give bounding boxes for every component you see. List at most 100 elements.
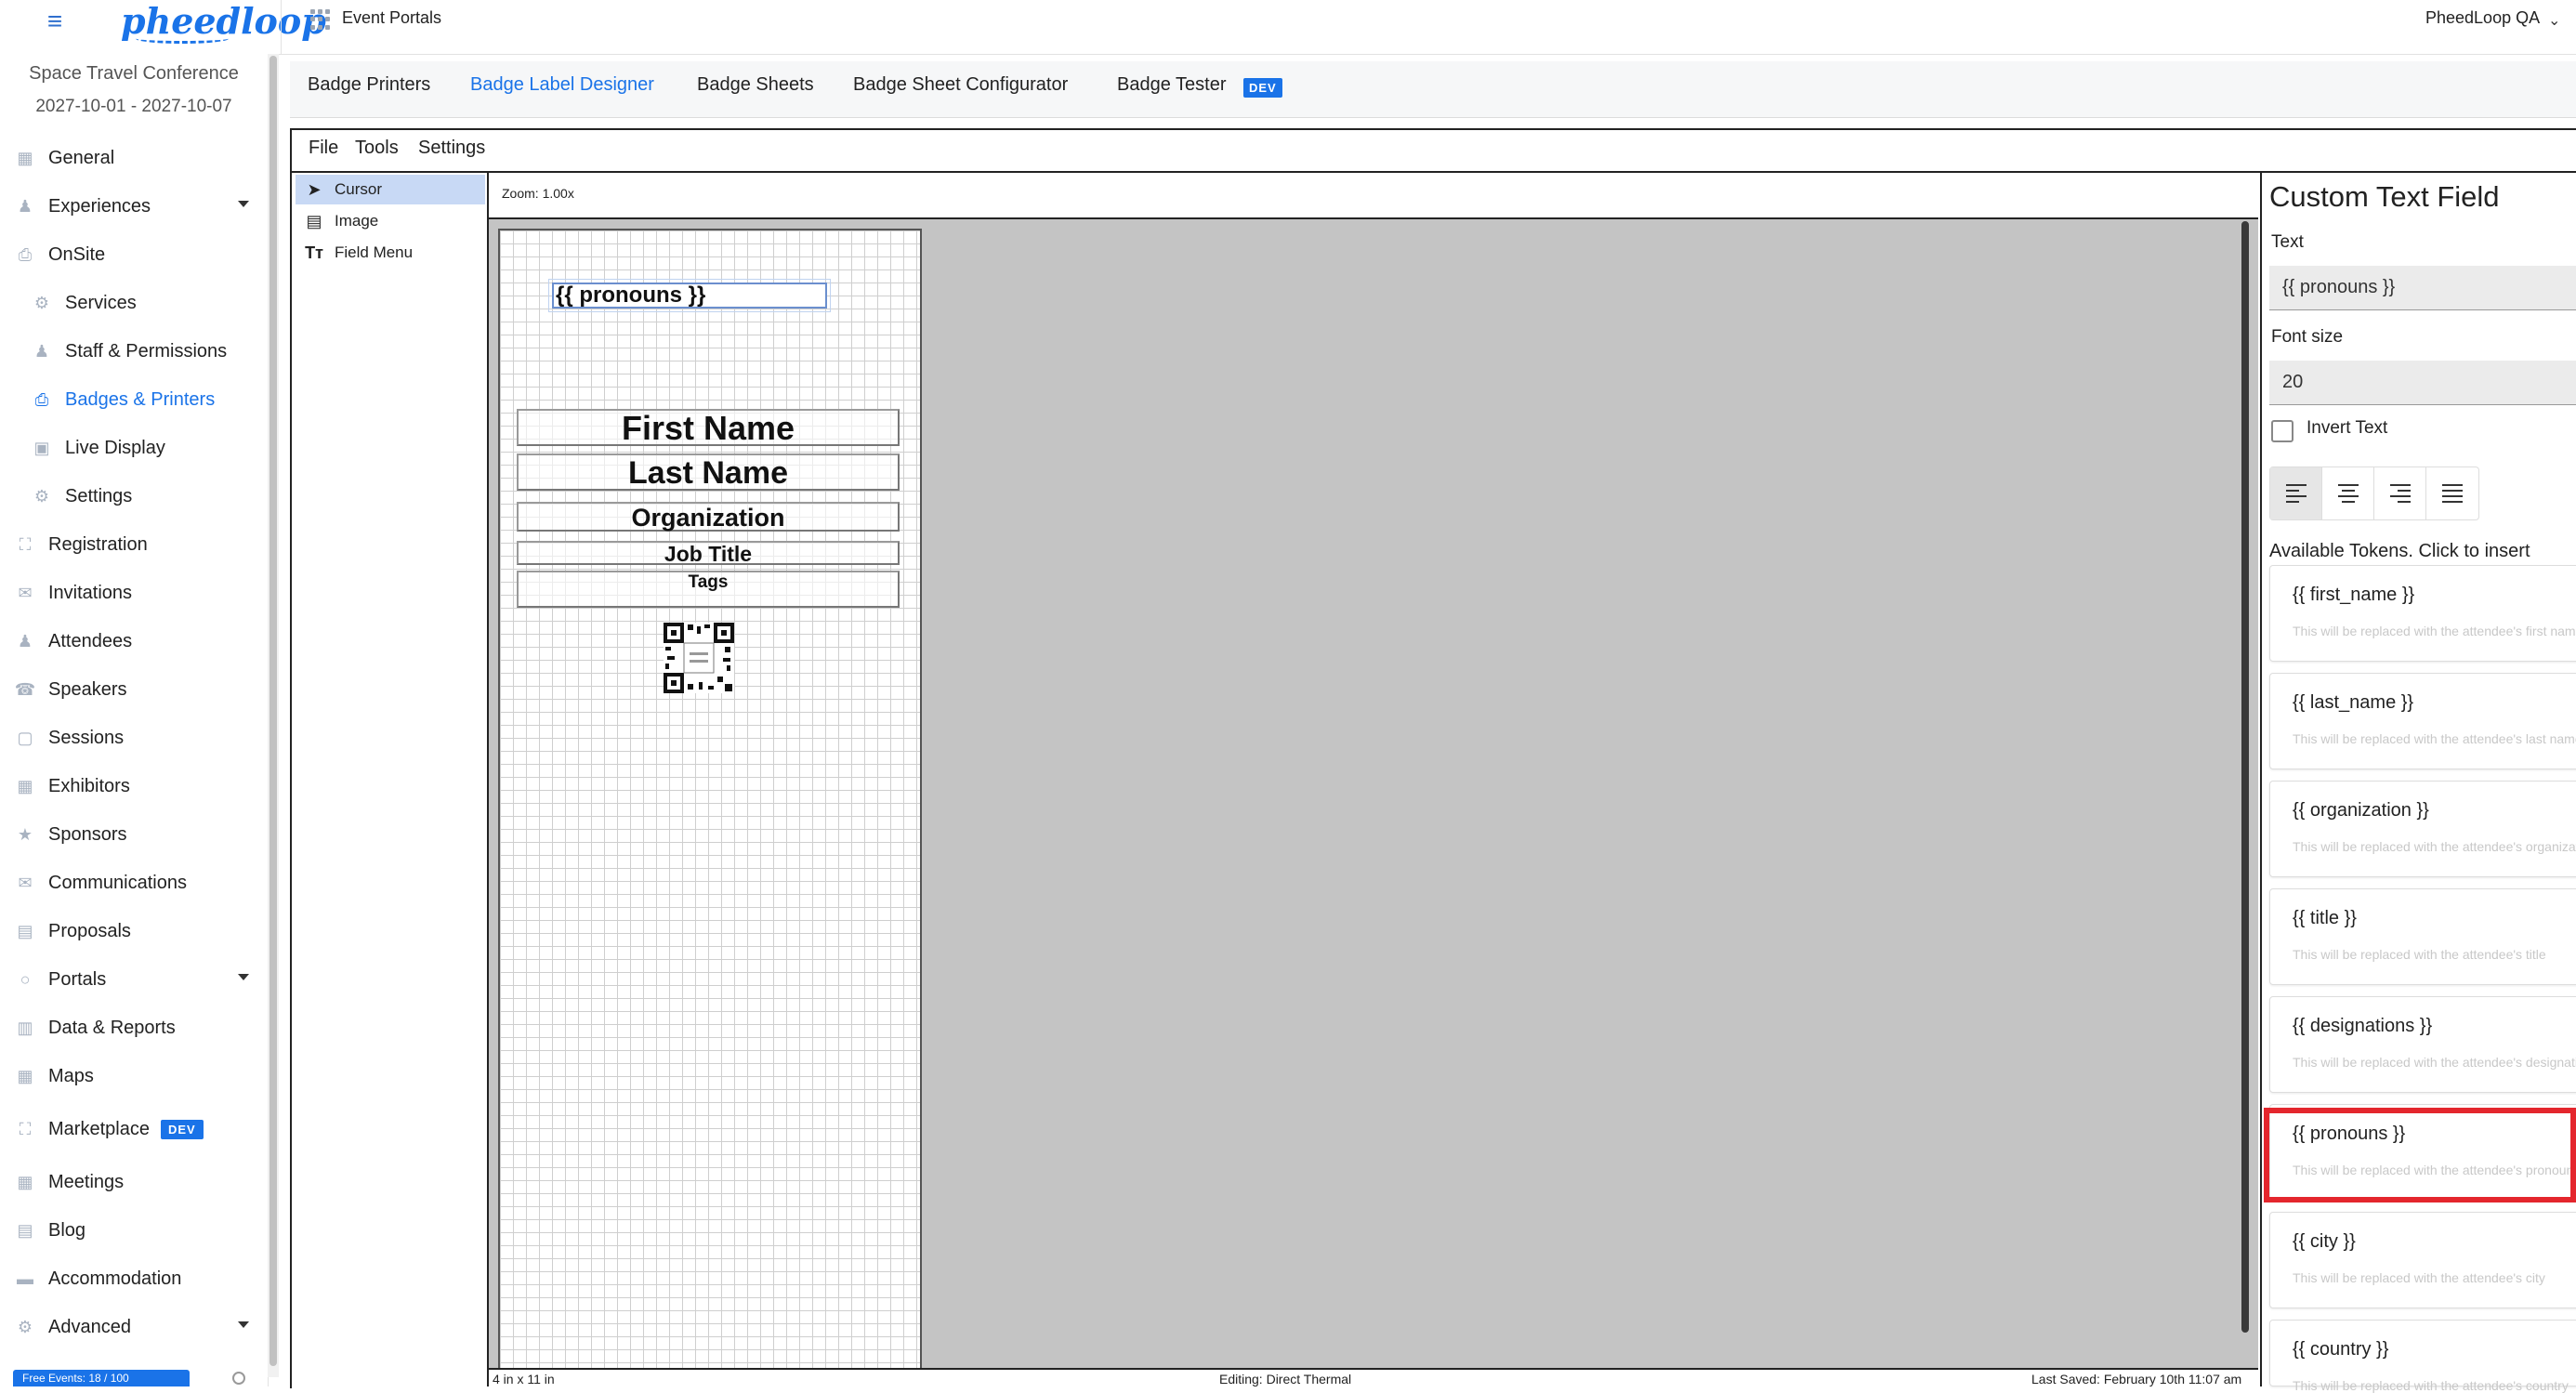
sidebar-item-experiences[interactable]: ♟ Experiences: [15, 188, 249, 225]
document-icon: ▤: [17, 921, 33, 940]
token-title[interactable]: {{ title }} This will be replaced with th…: [2269, 888, 2576, 985]
speaker-icon: ☎: [14, 679, 36, 699]
sidebar-item-invitations[interactable]: ✉ Invitations: [15, 574, 258, 611]
sidebar-item-staff-permissions[interactable]: ♟ Staff & Permissions: [32, 333, 258, 370]
monitor-icon: ▣: [33, 438, 50, 457]
envelope-icon: ✉: [18, 873, 33, 892]
token-name: {{ designations }}: [2293, 1016, 2433, 1036]
free-events-bar[interactable]: Free Events: 18 / 100: [13, 1370, 190, 1386]
align-right-button[interactable]: [2374, 467, 2426, 519]
tab-badge-sheets[interactable]: Badge Sheets: [697, 74, 814, 96]
sidebar-item-portals[interactable]: ○ Portals: [15, 961, 249, 998]
caret-down-icon[interactable]: [238, 201, 249, 207]
sidebar-item-label: Sponsors: [48, 823, 127, 845]
sidebar-item-speakers[interactable]: ☎ Speakers: [15, 671, 258, 708]
align-left-button[interactable]: [2270, 467, 2322, 519]
sidebar-item-label: Advanced: [48, 1316, 131, 1337]
font-size-input[interactable]: [2269, 361, 2576, 405]
hamburger-menu-icon[interactable]: ≡: [41, 7, 69, 35]
sidebar-item-settings[interactable]: ⚙ Settings: [32, 478, 258, 515]
text-input[interactable]: [2269, 266, 2576, 310]
sidebar-item-registration[interactable]: ⛶ Registration: [15, 526, 258, 563]
properties-panel: [2260, 173, 2576, 1386]
sidebar-item-accommodation[interactable]: ▬ Accommodation: [15, 1260, 258, 1297]
sidebar-item-marketplace[interactable]: ⛶ Marketplace DEV: [15, 1110, 258, 1148]
canvas-scrollbar[interactable]: [2241, 221, 2249, 1333]
badge-field-organization[interactable]: Organization: [517, 502, 900, 532]
sidebar-item-sessions[interactable]: ▢ Sessions: [15, 719, 258, 756]
person-icon: ♟: [17, 196, 33, 216]
dev-badge: DEV: [1243, 78, 1282, 98]
sidebar-item-general[interactable]: ▦ General: [15, 139, 258, 177]
sidebar-item-live-display[interactable]: ▣ Live Display: [32, 429, 258, 467]
sidebar-item-advanced[interactable]: ⚙ Advanced: [15, 1308, 249, 1346]
badge-field-first-name[interactable]: First Name: [517, 409, 900, 446]
badge-size: 4 in x 11 in: [493, 1372, 555, 1386]
badge-field-tags[interactable]: Tags: [517, 571, 900, 608]
sidebar-item-data-reports[interactable]: ▥ Data & Reports: [15, 1009, 258, 1046]
sidebar-item-maps[interactable]: ▦ Maps: [15, 1058, 258, 1095]
sidebar-item-sponsors[interactable]: ★ Sponsors: [15, 816, 258, 853]
token-designations[interactable]: {{ designations }} This will be replaced …: [2269, 996, 2576, 1093]
invert-text-checkbox[interactable]: [2271, 420, 2293, 442]
qr-code-icon[interactable]: [664, 623, 734, 693]
menu-file[interactable]: File: [309, 138, 338, 159]
tab-badge-tester[interactable]: Badge Tester: [1117, 74, 1227, 96]
logo-swoosh: [136, 33, 229, 44]
menu-settings[interactable]: Settings: [418, 138, 485, 159]
token-city[interactable]: {{ city }} This will be replaced with the…: [2269, 1212, 2576, 1308]
menu-tools[interactable]: Tools: [355, 138, 399, 159]
account-menu[interactable]: PheedLoop QA: [2425, 8, 2540, 28]
badge-field-last-name[interactable]: Last Name: [517, 453, 900, 491]
tab-badge-label-designer[interactable]: Badge Label Designer: [470, 74, 654, 96]
sidebar-item-proposals[interactable]: ▤ Proposals: [15, 913, 258, 950]
sidebar-item-label: Maps: [48, 1065, 94, 1086]
tool-image[interactable]: ▤ Image: [296, 206, 485, 236]
sidebar-item-label: Attendees: [48, 630, 133, 651]
sidebar-item-blog[interactable]: ▤ Blog: [15, 1212, 258, 1249]
tool-label: Image: [335, 212, 379, 230]
tool-field-menu[interactable]: Tт Field Menu: [296, 238, 485, 268]
panel-title: Custom Text Field: [2269, 180, 2500, 213]
caret-down-icon[interactable]: [238, 974, 249, 980]
help-icon[interactable]: [232, 1372, 245, 1385]
tab-badge-sheet-configurator[interactable]: Badge Sheet Configurator: [853, 74, 1068, 96]
badge-canvas[interactable]: [498, 229, 922, 1370]
token-name: {{ first_name }}: [2293, 585, 2415, 605]
sidebar-item-communications[interactable]: ✉ Communications: [15, 864, 258, 901]
token-description: This will be replaced with the attendee'…: [2293, 1055, 2576, 1070]
last-saved: Last Saved: February 10th 11:07 am: [2031, 1372, 2242, 1386]
token-country[interactable]: {{ country }} This will be replaced with …: [2269, 1320, 2576, 1393]
token-last-name[interactable]: {{ last_name }} This will be replaced wit…: [2269, 673, 2576, 769]
envelope-icon: ✉: [18, 583, 33, 602]
bed-icon: ▬: [17, 1268, 33, 1288]
sidebar-item-label: Settings: [65, 485, 133, 506]
badge-field-pronouns[interactable]: {{ pronouns }}: [548, 279, 831, 312]
align-center-button[interactable]: [2322, 467, 2374, 519]
caret-down-icon[interactable]: [238, 1321, 249, 1328]
apps-grid-icon[interactable]: [310, 9, 331, 30]
token-organization[interactable]: {{ organization }} This will be replaced …: [2269, 781, 2576, 877]
token-pronouns[interactable]: {{ pronouns }} This will be replaced with…: [2269, 1104, 2576, 1201]
sidebar-item-attendees[interactable]: ♟ Attendees: [15, 623, 258, 660]
tool-label: Cursor: [335, 180, 383, 198]
token-first-name[interactable]: {{ first_name }} This will be replaced wi…: [2269, 565, 2576, 662]
cursor-icon: ➤: [307, 179, 322, 199]
tool-cursor[interactable]: ➤ Cursor: [296, 175, 485, 204]
chevron-down-icon[interactable]: ⌄: [2548, 11, 2560, 30]
sidebar-item-exhibitors[interactable]: ▦ Exhibitors: [15, 768, 258, 805]
sidebar-item-onsite[interactable]: ⎙ OnSite: [15, 236, 258, 273]
token-description: This will be replaced with the attendee'…: [2293, 947, 2546, 962]
people-icon: ♟: [17, 631, 33, 651]
event-portals-link[interactable]: Event Portals: [342, 8, 441, 28]
sidebar-item-meetings[interactable]: ▦ Meetings: [15, 1163, 258, 1201]
badge-field-job-title[interactable]: Job Title: [517, 541, 900, 565]
sidebar-item-label: Sessions: [48, 727, 125, 748]
tab-badge-printers[interactable]: Badge Printers: [308, 74, 430, 96]
align-justify-button[interactable]: [2426, 467, 2478, 519]
sidebar-item-badges-printers[interactable]: ⎙ Badges & Printers: [32, 381, 258, 418]
sidebar-item-label: Staff & Permissions: [65, 340, 228, 361]
people-icon: ♟: [33, 341, 50, 361]
sidebar-scrollbar-thumb[interactable]: [269, 56, 277, 1366]
sidebar-item-services[interactable]: ⚙ Services: [32, 284, 258, 322]
